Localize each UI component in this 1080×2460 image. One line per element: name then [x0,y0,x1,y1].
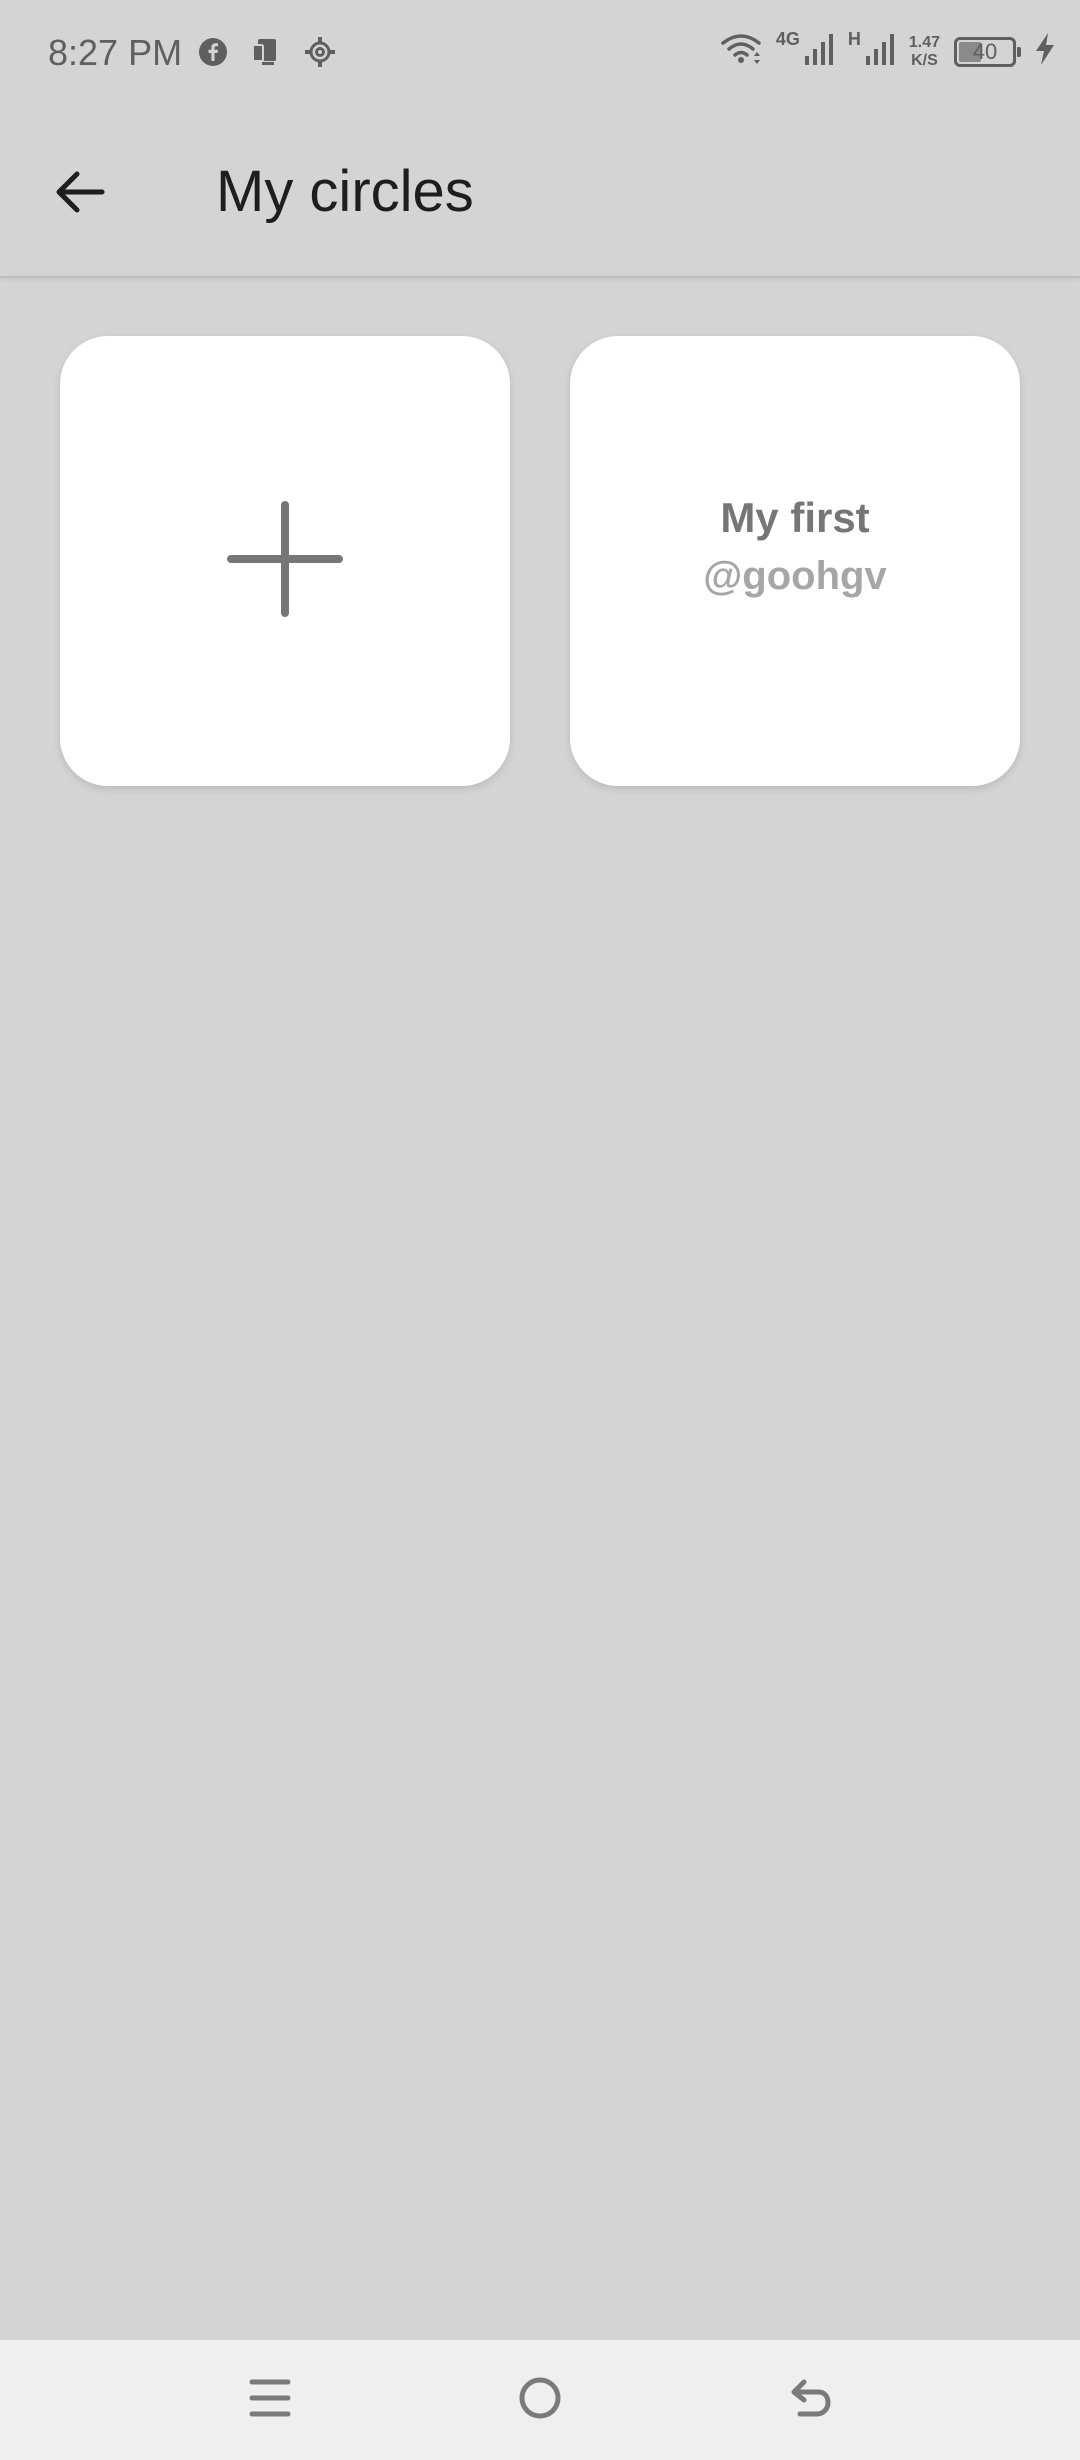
wifi-icon [720,32,762,71]
network-4g-label: 4G [775,29,800,49]
speed-value: 1.47 [908,33,940,51]
back-button[interactable] [40,154,120,234]
screen-mirror-icon [250,36,282,73]
battery-icon: 40 [954,36,1021,67]
home-circle-icon [516,2374,564,2427]
arrow-left-icon [52,164,108,225]
back-return-icon [786,2374,834,2427]
settings-gear-icon [304,36,336,73]
network-speed: 1.47 K/S [909,34,940,70]
signal-icon [865,32,895,71]
plus-icon [225,499,345,624]
battery-level: 40 [972,38,998,64]
circle-name: My first [720,493,870,541]
speed-unit: K/S [911,51,938,69]
nav-back-button[interactable] [774,2364,846,2436]
charging-bolt-icon [1034,32,1056,71]
status-time: 8:27 PM [48,32,183,73]
status-bar: 8:27 PM 4G H 1.47 K/S 40 [0,0,1080,110]
circle-handle: @goohgv [703,553,887,598]
circle-card[interactable]: My first @goohgv [570,336,1020,786]
status-icons-left [198,36,336,73]
nav-home-button[interactable] [504,2364,576,2436]
app-bar: My circles [0,110,1080,278]
page-title: My circles [216,159,474,224]
add-circle-card[interactable] [60,336,510,786]
nav-menu-button[interactable] [234,2364,306,2436]
facebook-icon [198,37,228,72]
system-nav-bar [0,2340,1080,2460]
status-icons-right: 4G H 1.47 K/S 40 [720,29,1056,71]
menu-icon [246,2374,294,2427]
signal-icon [804,32,834,71]
network-h-label: H [847,29,861,49]
